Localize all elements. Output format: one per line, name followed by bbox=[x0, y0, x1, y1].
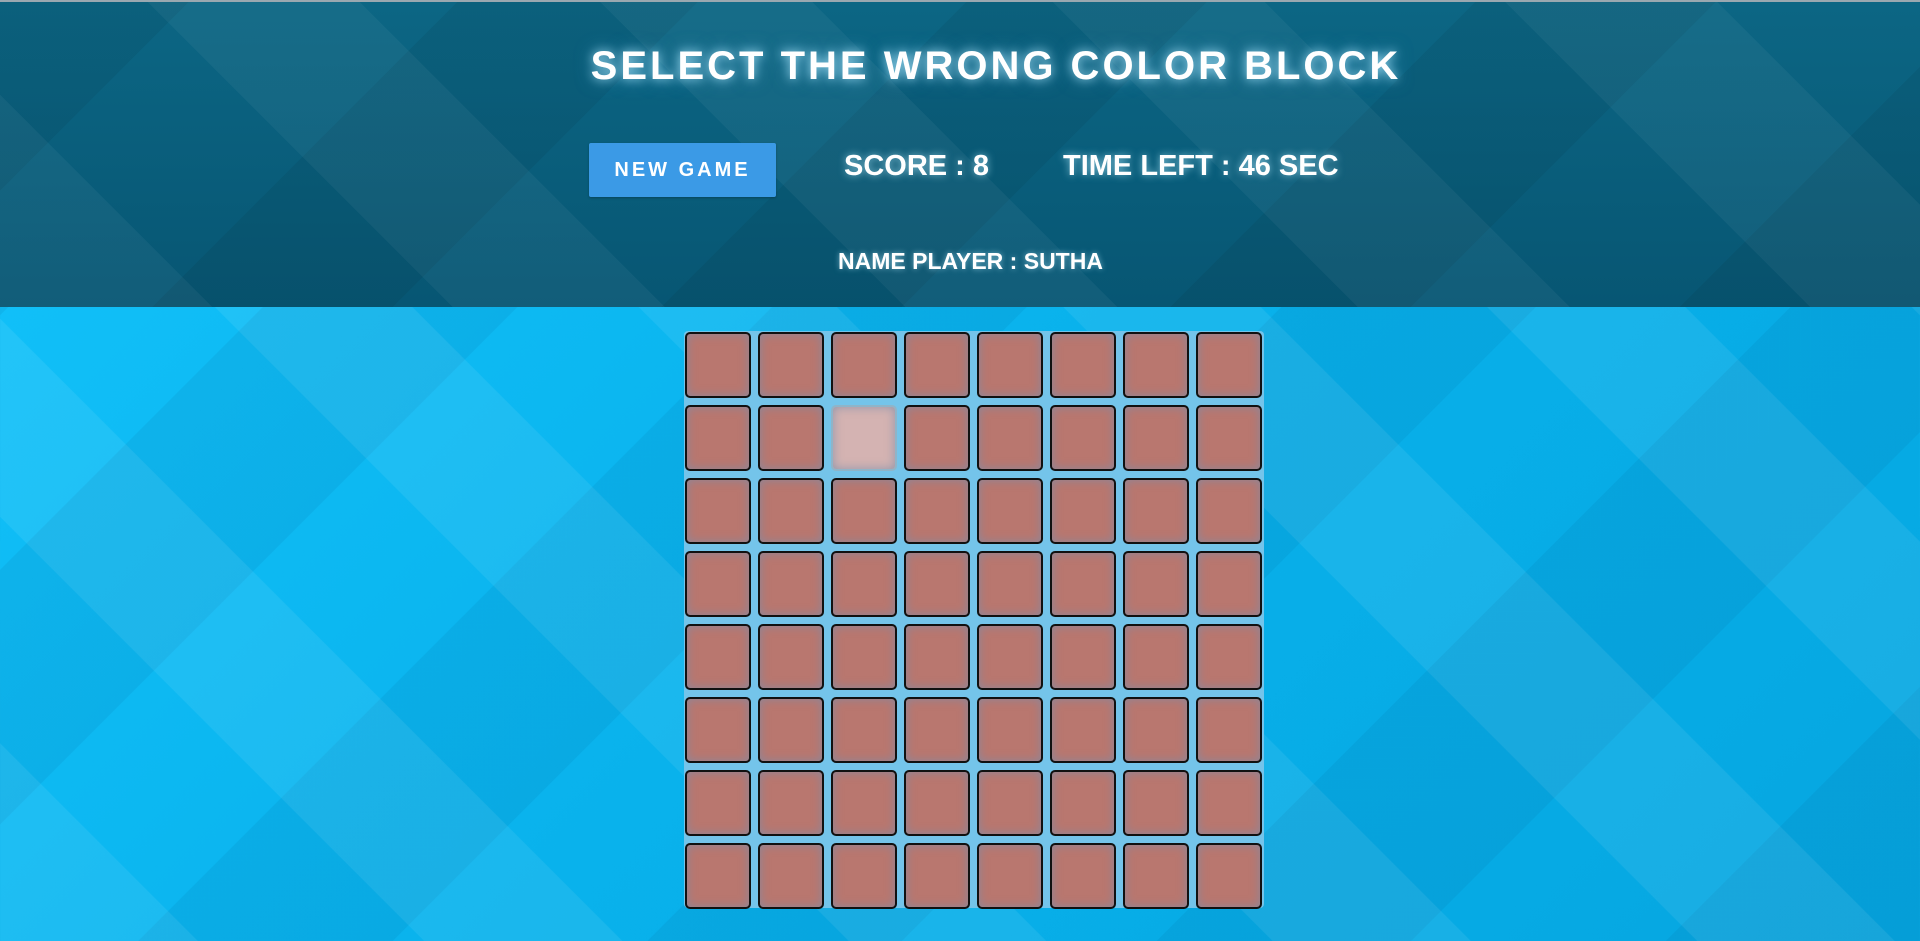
color-block[interactable] bbox=[904, 843, 970, 909]
color-block[interactable] bbox=[685, 624, 751, 690]
color-block[interactable] bbox=[758, 770, 824, 836]
color-block[interactable] bbox=[1123, 332, 1189, 398]
color-block[interactable] bbox=[831, 551, 897, 617]
color-block[interactable] bbox=[1050, 551, 1116, 617]
color-block-grid bbox=[684, 331, 1264, 909]
color-block[interactable] bbox=[977, 478, 1043, 544]
color-block[interactable] bbox=[1196, 697, 1262, 763]
score-display: SCORE : 8 bbox=[844, 150, 990, 182]
color-block[interactable] bbox=[758, 697, 824, 763]
color-block[interactable] bbox=[977, 697, 1043, 763]
color-block[interactable] bbox=[1050, 697, 1116, 763]
color-block[interactable] bbox=[831, 770, 897, 836]
color-block[interactable] bbox=[904, 770, 970, 836]
color-block[interactable] bbox=[831, 624, 897, 690]
color-block[interactable] bbox=[685, 551, 751, 617]
new-game-button[interactable]: NEW GAME bbox=[589, 143, 776, 197]
color-block[interactable] bbox=[904, 697, 970, 763]
color-block[interactable] bbox=[1050, 405, 1116, 471]
color-block[interactable] bbox=[977, 551, 1043, 617]
page-title: SELECT THE WRONG COLOR BLOCK bbox=[590, 44, 1402, 88]
color-block[interactable] bbox=[758, 551, 824, 617]
color-block[interactable] bbox=[1196, 478, 1262, 544]
color-block[interactable] bbox=[831, 405, 897, 471]
color-block[interactable] bbox=[1050, 478, 1116, 544]
game-header: SELECT THE WRONG COLOR BLOCK NEW GAME SC… bbox=[0, 2, 1920, 307]
color-block[interactable] bbox=[685, 405, 751, 471]
color-block[interactable] bbox=[1196, 405, 1262, 471]
color-block[interactable] bbox=[1196, 843, 1262, 909]
color-block[interactable] bbox=[831, 697, 897, 763]
color-block[interactable] bbox=[831, 478, 897, 544]
color-block[interactable] bbox=[1123, 551, 1189, 617]
color-block[interactable] bbox=[1050, 332, 1116, 398]
color-block[interactable] bbox=[831, 332, 897, 398]
color-block[interactable] bbox=[685, 770, 751, 836]
color-block[interactable] bbox=[904, 332, 970, 398]
color-block[interactable] bbox=[758, 478, 824, 544]
color-block[interactable] bbox=[1050, 843, 1116, 909]
color-block[interactable] bbox=[977, 405, 1043, 471]
color-block[interactable] bbox=[1196, 551, 1262, 617]
color-block[interactable] bbox=[685, 697, 751, 763]
color-block[interactable] bbox=[685, 478, 751, 544]
color-block[interactable] bbox=[904, 405, 970, 471]
color-block[interactable] bbox=[1123, 478, 1189, 544]
color-block[interactable] bbox=[685, 332, 751, 398]
color-block[interactable] bbox=[977, 624, 1043, 690]
color-block[interactable] bbox=[904, 551, 970, 617]
color-block[interactable] bbox=[1123, 697, 1189, 763]
color-block[interactable] bbox=[1050, 624, 1116, 690]
color-block[interactable] bbox=[1196, 770, 1262, 836]
color-block[interactable] bbox=[977, 843, 1043, 909]
color-block[interactable] bbox=[904, 478, 970, 544]
color-block[interactable] bbox=[1196, 624, 1262, 690]
player-name-display: NAME PLAYER : SUTHA bbox=[838, 248, 1103, 274]
color-block[interactable] bbox=[1123, 624, 1189, 690]
color-block[interactable] bbox=[1123, 770, 1189, 836]
color-block[interactable] bbox=[1196, 332, 1262, 398]
color-block[interactable] bbox=[977, 332, 1043, 398]
color-block[interactable] bbox=[1050, 770, 1116, 836]
color-block[interactable] bbox=[904, 624, 970, 690]
color-block[interactable] bbox=[758, 843, 824, 909]
color-block[interactable] bbox=[758, 405, 824, 471]
color-block[interactable] bbox=[685, 843, 751, 909]
color-block[interactable] bbox=[1123, 843, 1189, 909]
color-block[interactable] bbox=[758, 332, 824, 398]
color-block[interactable] bbox=[977, 770, 1043, 836]
color-block[interactable] bbox=[831, 843, 897, 909]
color-block[interactable] bbox=[1123, 405, 1189, 471]
color-block[interactable] bbox=[758, 624, 824, 690]
time-left-display: TIME LEFT : 46 SEC bbox=[1063, 150, 1339, 182]
